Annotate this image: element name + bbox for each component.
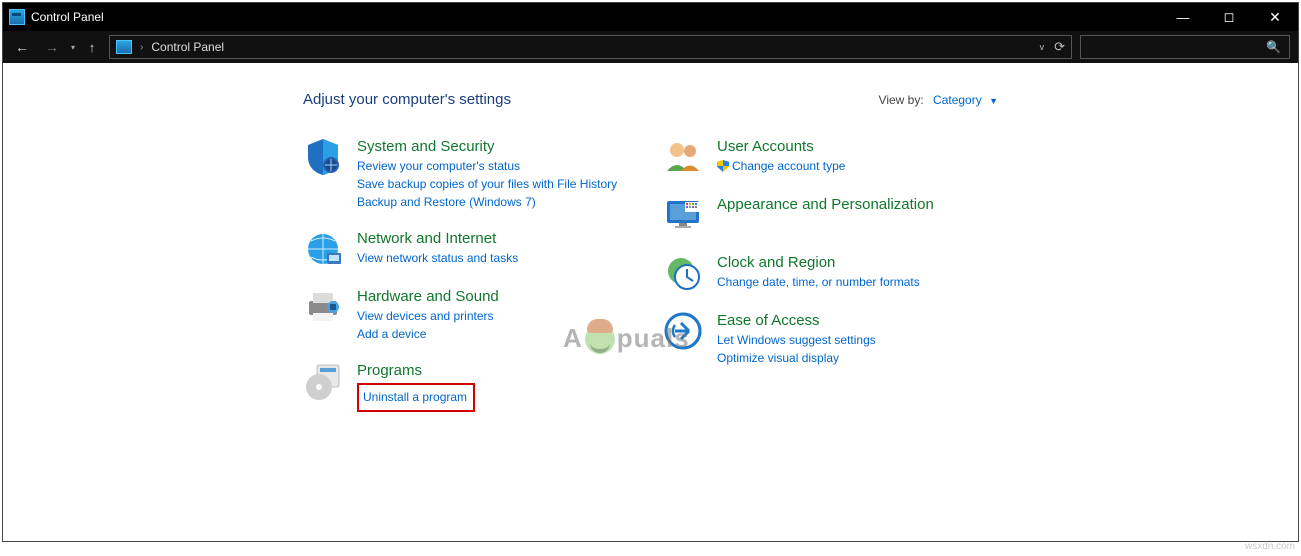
link-add-device[interactable]: Add a device	[357, 325, 499, 343]
page-heading: Adjust your computer's settings	[303, 91, 511, 108]
category-title[interactable]: Network and Internet	[357, 230, 496, 247]
users-icon	[663, 137, 703, 177]
minimize-button[interactable]: —	[1160, 3, 1206, 31]
link-date-time-formats[interactable]: Change date, time, or number formats	[717, 273, 920, 291]
history-dropdown-icon[interactable]: ▾	[71, 43, 75, 52]
category-title[interactable]: Appearance and Personalization	[717, 196, 934, 213]
category-title[interactable]: Programs	[357, 362, 422, 379]
view-by: View by: Category ▼	[879, 93, 998, 107]
title-bar: Control Panel — ◻ ✕	[3, 3, 1298, 31]
shield-icon	[303, 137, 343, 177]
category-programs: Programs Uninstall a program	[303, 361, 623, 412]
category-title[interactable]: System and Security	[357, 138, 495, 155]
link-suggest-settings[interactable]: Let Windows suggest settings	[717, 331, 876, 349]
category-user-accounts: User Accounts Change account type	[663, 137, 983, 177]
content-area: Adjust your computer's settings View by:…	[3, 63, 1298, 541]
address-dropdown-icon[interactable]: v	[1040, 42, 1045, 52]
view-by-value[interactable]: Category	[933, 93, 982, 107]
up-button[interactable]: ↑	[83, 40, 101, 55]
uac-shield-icon	[717, 160, 729, 172]
search-icon: 🔍	[1266, 40, 1281, 54]
printer-icon	[303, 287, 343, 327]
forward-button: →	[41, 39, 63, 55]
monitor-icon	[663, 195, 703, 235]
link-backup-restore[interactable]: Backup and Restore (Windows 7)	[357, 193, 617, 211]
category-title[interactable]: Ease of Access	[717, 312, 820, 329]
right-column: User Accounts Change account type Appear…	[663, 137, 983, 412]
control-panel-icon	[116, 40, 132, 54]
close-button[interactable]: ✕	[1252, 3, 1298, 31]
category-clock-region: Clock and Region Change date, time, or n…	[663, 253, 983, 293]
refresh-button[interactable]: ⟳	[1054, 39, 1065, 55]
category-title[interactable]: Hardware and Sound	[357, 288, 499, 305]
control-panel-icon	[9, 9, 25, 25]
chevron-down-icon[interactable]: ▼	[989, 96, 998, 106]
search-input[interactable]: 🔍	[1080, 35, 1290, 59]
chevron-right-icon: ›	[140, 42, 143, 53]
link-visual-display[interactable]: Optimize visual display	[717, 349, 876, 367]
watermark: A puals	[563, 323, 690, 354]
link-file-history[interactable]: Save backup copies of your files with Fi…	[357, 175, 617, 193]
link-change-account-type[interactable]: Change account type	[717, 157, 845, 175]
category-title[interactable]: Clock and Region	[717, 254, 835, 271]
watermark-text-pre: A	[563, 323, 583, 354]
address-path: Control Panel	[151, 40, 224, 54]
maximize-button[interactable]: ◻	[1206, 3, 1252, 31]
window-controls: — ◻ ✕	[1160, 3, 1298, 31]
address-field[interactable]: › Control Panel v ⟳	[109, 35, 1072, 59]
category-appearance: Appearance and Personalization	[663, 195, 983, 235]
navigation-bar: ← → ▾ ↑ › Control Panel v ⟳ 🔍	[3, 31, 1298, 63]
link-network-status[interactable]: View network status and tasks	[357, 249, 518, 267]
window-frame: Control Panel — ◻ ✕ ← → ▾ ↑ › Control Pa…	[2, 2, 1299, 542]
category-title[interactable]: User Accounts	[717, 138, 814, 155]
category-system-security: System and Security Review your computer…	[303, 137, 623, 211]
category-network-internet: Network and Internet View network status…	[303, 229, 623, 269]
globe-icon	[303, 229, 343, 269]
back-button[interactable]: ←	[11, 39, 33, 55]
category-ease-of-access: Ease of Access Let Windows suggest setti…	[663, 311, 983, 367]
window-title: Control Panel	[31, 10, 1160, 24]
disc-icon	[303, 361, 343, 401]
link-devices-printers[interactable]: View devices and printers	[357, 307, 499, 325]
watermark-mascot-icon	[585, 324, 615, 354]
credit-text: wsxdn.com	[1245, 541, 1295, 552]
link-uninstall-program[interactable]: Uninstall a program	[357, 383, 475, 412]
watermark-text-post: puals	[617, 323, 690, 354]
left-column: System and Security Review your computer…	[303, 137, 623, 412]
link-review-status[interactable]: Review your computer's status	[357, 157, 617, 175]
clock-icon	[663, 253, 703, 293]
view-by-label: View by:	[879, 93, 924, 107]
